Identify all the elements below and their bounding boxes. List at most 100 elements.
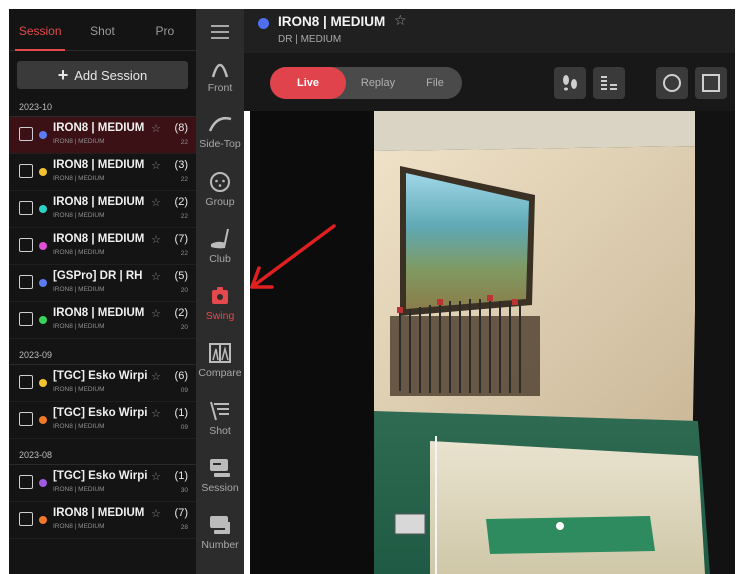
session-day: 28 (180, 524, 188, 531)
square-icon (702, 74, 720, 92)
add-session-button[interactable]: + Add Session (17, 61, 188, 89)
star-icon[interactable]: ☆ (151, 159, 161, 172)
nav-club[interactable]: Club (196, 228, 244, 265)
tab-session[interactable]: Session (9, 9, 71, 51)
session-row[interactable]: [TGC] Esko Wirpi IRON8 | MEDIUM ☆ (1) 09 (9, 402, 196, 439)
row-checkbox[interactable] (19, 512, 33, 526)
shot-count: (8) (174, 122, 188, 134)
nav-front[interactable]: Front (196, 57, 244, 94)
view-nav: Front Side-Top Group Club Swing Compare … (196, 9, 244, 574)
star-icon[interactable]: ☆ (151, 270, 161, 283)
session-subtitle: DR | MEDIUM (278, 34, 342, 45)
session-name: IRON8 | MEDIUM (53, 196, 145, 208)
row-checkbox[interactable] (19, 201, 33, 215)
session-row[interactable]: IRON8 | MEDIUM IRON8 | MEDIUM ☆ (3) 22 (9, 154, 196, 191)
tab-shot[interactable]: Shot (71, 9, 133, 51)
session-row[interactable]: IRON8 | MEDIUM IRON8 | MEDIUM ☆ (2) 22 (9, 191, 196, 228)
row-checkbox[interactable] (19, 275, 33, 289)
row-checkbox[interactable] (19, 375, 33, 389)
row-checkbox[interactable] (19, 312, 33, 326)
star-icon[interactable]: ☆ (151, 122, 161, 135)
session-club-sub: IRON8 | MEDIUM (53, 249, 105, 256)
row-checkbox[interactable] (19, 164, 33, 178)
session-row[interactable]: [TGC] Esko Wirpi IRON8 | MEDIUM ☆ (6) 09 (9, 365, 196, 402)
hamburger-icon (211, 25, 229, 39)
nav-label: Front (207, 82, 233, 94)
session-name: [TGC] Esko Wirpi (53, 370, 148, 382)
row-checkbox[interactable] (19, 475, 33, 489)
nav-label: Swing (205, 310, 235, 322)
nav-label: Shot (209, 425, 231, 437)
tab-pro[interactable]: Pro (134, 9, 196, 51)
nav-compare[interactable]: Compare (196, 342, 244, 379)
row-checkbox[interactable] (19, 127, 33, 141)
star-icon[interactable]: ☆ (151, 233, 161, 246)
nav-number[interactable]: Number (196, 514, 244, 551)
compare-icon (209, 343, 231, 363)
star-icon[interactable]: ☆ (151, 407, 161, 420)
nav-side-top[interactable]: Side-Top (196, 113, 244, 150)
star-icon[interactable]: ☆ (394, 12, 407, 29)
circle-tool-button[interactable] (656, 67, 688, 99)
date-group-label: 2023-09 (9, 345, 196, 365)
session-day: 20 (180, 324, 188, 331)
row-checkbox[interactable] (19, 238, 33, 252)
bars-button[interactable] (593, 67, 625, 99)
session-row[interactable]: [TGC] Esko Wirpi IRON8 | MEDIUM ☆ (1) 30 (9, 465, 196, 502)
session-row[interactable]: [GSPro] DR | RH IRON8 | MEDIUM ☆ (5) 20 (9, 265, 196, 302)
nav-label: Club (209, 253, 231, 265)
session-color-dot (39, 131, 47, 139)
shot-count: (7) (174, 233, 188, 245)
session-name: [GSPro] DR | RH (53, 270, 143, 282)
session-color-dot (258, 18, 269, 29)
camera-feed-image (250, 111, 735, 574)
row-checkbox[interactable] (19, 412, 33, 426)
shot-count: (2) (174, 196, 188, 208)
session-color-dot (39, 168, 47, 176)
nav-group[interactable]: Group (196, 171, 244, 208)
square-tool-button[interactable] (695, 67, 727, 99)
star-icon[interactable]: ☆ (151, 307, 161, 320)
session-day: 30 (180, 487, 188, 494)
shot-count: (5) (174, 270, 188, 282)
add-session-label: Add Session (74, 67, 148, 83)
session-icon (210, 459, 230, 477)
session-day: 22 (180, 139, 188, 146)
session-club-sub: IRON8 | MEDIUM (53, 323, 105, 330)
session-row[interactable]: IRON8 | MEDIUM IRON8 | MEDIUM ☆ (7) 28 (9, 502, 196, 539)
group-face-icon (210, 172, 230, 192)
plus-icon: + (57, 65, 69, 85)
number-icon (210, 516, 230, 534)
circle-icon (663, 74, 681, 92)
live-video-view[interactable] (250, 111, 735, 574)
mode-live-button[interactable]: Live (270, 67, 346, 99)
session-club-sub: IRON8 | MEDIUM (53, 138, 105, 145)
session-row[interactable]: IRON8 | MEDIUM IRON8 | MEDIUM ☆ (8) 22 (9, 117, 196, 154)
nav-session[interactable]: Session (196, 457, 244, 494)
session-header: IRON8 | MEDIUM ☆ DR | MEDIUM (244, 9, 735, 53)
star-icon[interactable]: ☆ (151, 196, 161, 209)
mode-replay-button[interactable]: Replay (348, 67, 408, 99)
session-row[interactable]: IRON8 | MEDIUM IRON8 | MEDIUM ☆ (2) 20 (9, 302, 196, 339)
star-icon[interactable]: ☆ (151, 470, 161, 483)
mode-file-button[interactable]: File (410, 67, 460, 99)
star-icon[interactable]: ☆ (151, 370, 161, 383)
star-icon[interactable]: ☆ (151, 507, 161, 520)
session-club-sub: IRON8 | MEDIUM (53, 523, 105, 530)
shot-icon (210, 401, 229, 421)
nav-swing[interactable]: Swing (196, 285, 244, 322)
session-club-sub: IRON8 | MEDIUM (53, 175, 105, 182)
session-club-sub: IRON8 | MEDIUM (53, 386, 105, 393)
session-color-dot (39, 479, 47, 487)
session-row[interactable]: IRON8 | MEDIUM IRON8 | MEDIUM ☆ (7) 22 (9, 228, 196, 265)
session-club-sub: IRON8 | MEDIUM (53, 486, 105, 493)
session-club-sub: IRON8 | MEDIUM (53, 423, 105, 430)
footprints-button[interactable] (554, 67, 586, 99)
session-day: 20 (180, 287, 188, 294)
session-color-dot (39, 242, 47, 250)
nav-label: Group (205, 196, 235, 208)
panel-tabs: Session Shot Pro (9, 9, 196, 51)
menu-icon[interactable] (196, 21, 244, 43)
session-name: IRON8 | MEDIUM (53, 233, 145, 245)
nav-shot[interactable]: Shot (196, 400, 244, 437)
